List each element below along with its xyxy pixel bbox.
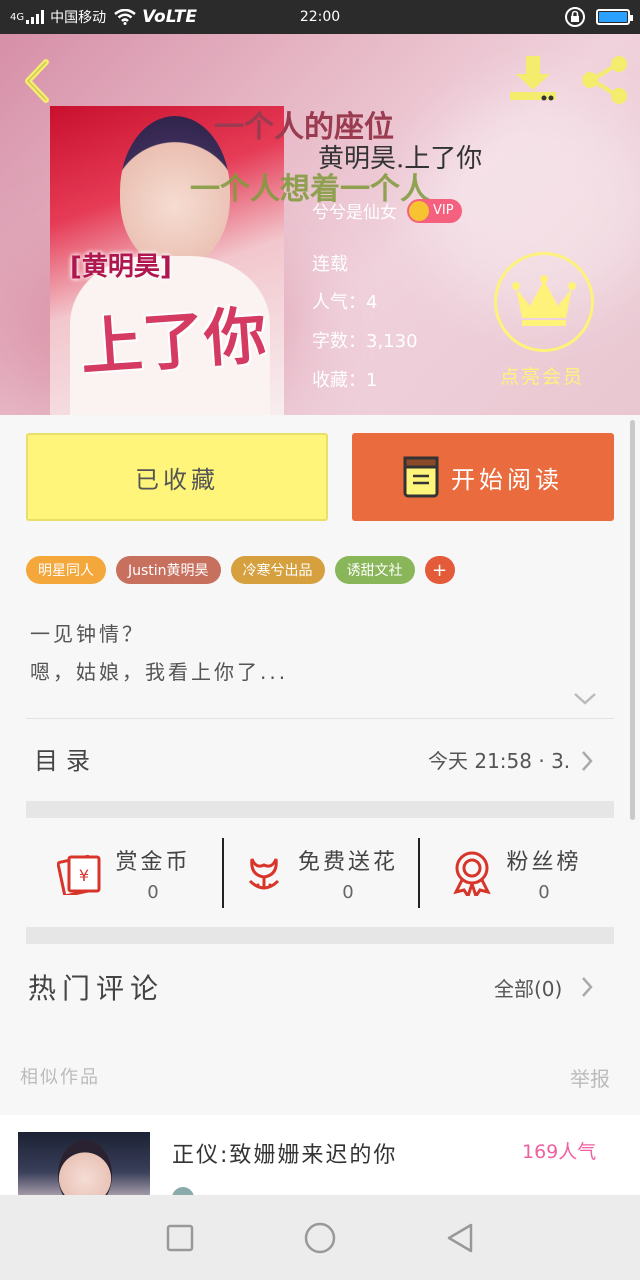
report-link[interactable]: 举报	[570, 1063, 610, 1092]
cover-title-text: 上了你	[78, 298, 269, 385]
favorited-button[interactable]: 已收藏	[26, 433, 328, 521]
toc-label: 目录	[34, 747, 98, 775]
tag-chip[interactable]: 明星同人	[26, 556, 106, 584]
send-flower-button[interactable]: 免费送花 0	[222, 818, 418, 928]
reward-bar: ¥ 赏金币 0 免费送花 0 粉丝榜 0	[26, 818, 614, 928]
hot-comments-header: 热门评论 全部(0)	[0, 945, 640, 1025]
book-cover: [黄明昊] 上了你	[50, 106, 284, 415]
book-icon	[403, 456, 439, 498]
share-icon[interactable]	[578, 54, 630, 106]
serial-status: 连载	[312, 254, 348, 275]
tag-chip[interactable]: 冷寒兮出品	[230, 556, 325, 584]
fan-ranking-value: 0	[538, 881, 550, 903]
network-type: 4G	[10, 11, 25, 23]
author-name[interactable]: 兮兮是仙女	[312, 198, 397, 223]
square-icon	[166, 1224, 194, 1251]
similar-work-title: 正仪:致姗姗来迟的你	[172, 1143, 398, 1168]
member-label[interactable]: 点亮会员	[500, 362, 584, 389]
crown-small-icon	[409, 200, 429, 221]
book-detail-content: 已收藏 开始阅读 明星同人 Justin黄明昊 冷寒兮出品 诱甜文社 + 一见钟…	[0, 415, 640, 1115]
home-button[interactable]	[300, 1218, 340, 1258]
author-row[interactable]: 兮兮是仙女 VIP	[312, 198, 462, 223]
favorite-count: 收藏：1	[312, 370, 378, 391]
similar-work-item[interactable]: 正仪:致姗姗来迟的你 169人气	[0, 1115, 640, 1195]
vip-badge: VIP	[407, 198, 462, 223]
reward-coins-button[interactable]: ¥ 赏金币 0	[26, 818, 222, 928]
red-envelope-icon: ¥	[57, 854, 101, 895]
signal-icon	[26, 10, 45, 24]
chevron-down-icon[interactable]	[572, 691, 598, 707]
all-comments-link[interactable]: 全部(0)	[494, 973, 562, 1002]
reward-coins-value: 0	[147, 881, 159, 903]
tag-chip[interactable]: 诱甜文社	[334, 556, 415, 584]
table-of-contents-row[interactable]: 目录 今天 21:58 · 3.	[0, 719, 640, 801]
synopsis: 一见钟情？ 嗯，姑娘，我看上你了...	[30, 615, 288, 691]
synopsis-line-1: 一见钟情？	[30, 622, 145, 646]
start-reading-label: 开始阅读	[451, 465, 563, 494]
similar-works-label: 相似作品	[20, 1067, 100, 1088]
carrier-name: 中国移动	[50, 10, 107, 26]
avatar	[172, 1187, 194, 1195]
wifi-icon	[114, 9, 136, 25]
member-crown-button[interactable]	[494, 252, 594, 352]
fan-ranking-label: 粉丝榜	[506, 849, 582, 875]
similar-work-thumbnail	[18, 1132, 150, 1195]
svg-text:¥: ¥	[79, 866, 89, 885]
similar-work-popularity: 169人气	[522, 1141, 597, 1163]
start-reading-button[interactable]: 开始阅读	[352, 433, 614, 521]
synopsis-line-2: 嗯，姑娘，我看上你了...	[30, 660, 289, 684]
system-nav-bar	[0, 1195, 640, 1280]
word-count: 字数：3,130	[312, 331, 418, 352]
cover-tag-text: [黄明昊]	[70, 252, 172, 282]
chevron-right-icon	[582, 977, 593, 997]
download-icon[interactable]	[506, 54, 560, 104]
chevron-right-icon	[582, 751, 593, 771]
scrollbar[interactable]	[630, 420, 635, 820]
section-divider	[26, 927, 614, 944]
hot-comments-label: 热门评论	[28, 972, 165, 1005]
back-nav-button[interactable]	[440, 1218, 480, 1258]
popularity: 人气：4	[312, 292, 378, 313]
fan-ranking-button[interactable]: 粉丝榜 0	[418, 818, 614, 928]
medal-icon	[453, 851, 492, 896]
volte-label: VoLTE	[142, 7, 197, 27]
add-tag-button[interactable]: +	[424, 556, 455, 584]
reward-coins-label: 赏金币	[115, 849, 191, 875]
tag-chip[interactable]: Justin黄明昊	[116, 556, 221, 584]
rotation-lock-icon	[565, 7, 585, 27]
latest-update: 今天 21:58 · 3.	[428, 749, 571, 773]
crown-icon	[512, 275, 576, 326]
flower-icon	[248, 858, 280, 890]
tag-list: 明星同人 Justin黄明昊 冷寒兮出品 诱甜文社 +	[26, 556, 455, 584]
send-flower-label: 免费送花	[297, 849, 398, 875]
send-flower-value: 0	[342, 881, 354, 903]
section-divider	[26, 801, 614, 818]
circle-icon	[304, 1222, 336, 1253]
status-bar: 4G 中国移动 VoLTE 22:00	[0, 0, 640, 34]
book-title: 黄明昊.上了你	[318, 144, 483, 174]
back-icon[interactable]	[18, 56, 58, 106]
triangle-back-icon	[447, 1223, 473, 1252]
book-header: [黄明昊] 上了你 一个人的座位 一个人想着一个人 黄明昊.上了你 兮兮是仙女 …	[0, 34, 640, 415]
battery-icon	[596, 9, 633, 25]
recents-button[interactable]	[160, 1218, 200, 1258]
